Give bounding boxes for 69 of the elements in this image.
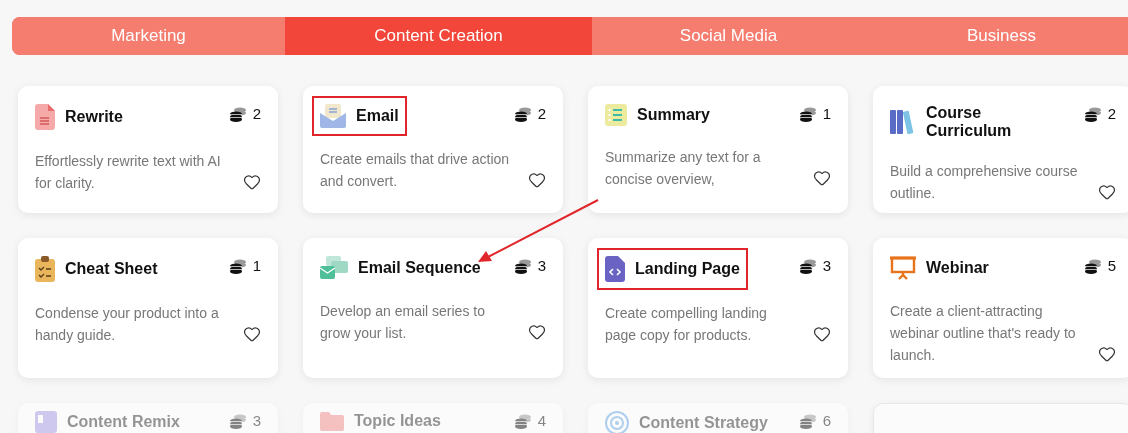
- credit-cost: 2: [537, 105, 546, 123]
- favorite-icon[interactable]: [243, 173, 261, 191]
- favorite-icon[interactable]: [528, 323, 546, 341]
- card-description: Effortlessly rewrite text with AI for clarity.: [35, 152, 222, 193]
- card-title: Content Remix: [67, 413, 180, 431]
- list-icon: [605, 104, 627, 126]
- card-description: Create emails that drive action and convert.: [320, 150, 510, 191]
- layout-icon: [35, 411, 57, 433]
- card-description: Condense your product into a handy guide.: [35, 304, 220, 345]
- card-title: Webinar: [926, 259, 989, 277]
- card-title: Email: [356, 107, 399, 125]
- tool-card[interactable]: Landing Page 3 Create compelling landing page copy for products.: [588, 238, 848, 378]
- tool-card[interactable]: Cheat Sheet 1 Condense your product into a handy guide.: [18, 238, 278, 378]
- favorite-icon[interactable]: [243, 325, 261, 343]
- coins-icon: [228, 106, 247, 122]
- folder-icon: [320, 411, 344, 431]
- envelope-icon: [320, 104, 346, 128]
- card-title: Landing Page: [635, 260, 740, 278]
- card-title: Content Strategy: [639, 414, 768, 432]
- favorite-icon[interactable]: [528, 171, 546, 189]
- tool-card[interactable]: Course Curriculum 2 Build a comprehensive course outline.: [873, 86, 1128, 213]
- code-file-icon: [605, 256, 625, 282]
- card-description: Develop an email series to grow your list.: [320, 302, 486, 343]
- card-title: Cheat Sheet: [65, 260, 158, 278]
- credit-cost: 2: [1107, 105, 1116, 123]
- card-title: Summary: [637, 106, 710, 124]
- coins-icon: [228, 258, 247, 274]
- coins-icon: [228, 413, 247, 429]
- coins-icon: [1083, 106, 1102, 122]
- coins-icon: [798, 106, 817, 122]
- document-icon: [35, 104, 55, 130]
- credit-cost: 5: [1107, 257, 1116, 275]
- category-tab[interactable]: Content Creation: [285, 17, 592, 55]
- tool-card[interactable]: Summary 1 Summarize any text for a concise overview,: [588, 86, 848, 213]
- favorite-icon[interactable]: [813, 169, 831, 187]
- card-description: Create a client-attracting webinar outline that's ready to launch.: [890, 302, 1077, 365]
- credit-cost: 2: [252, 105, 261, 123]
- card-title: Email Sequence: [358, 259, 481, 277]
- coins-icon: [798, 413, 817, 429]
- tool-card[interactable]: Email Sequence 3 Develop an email series to grow your list.: [303, 238, 563, 378]
- card-title: Course Curriculum: [926, 104, 1013, 140]
- card-description: Build a comprehensive course outline.: [890, 162, 1079, 203]
- coins-icon: [1083, 258, 1102, 274]
- books-icon: [890, 110, 916, 134]
- card-description: Create compelling landing page copy for products.: [605, 304, 768, 345]
- coins-icon: [798, 258, 817, 274]
- favorite-icon[interactable]: [1098, 183, 1116, 201]
- card-description: Summarize any text for a concise overview,: [605, 148, 762, 189]
- credit-cost: 3: [252, 412, 261, 430]
- credit-cost: 1: [252, 257, 261, 275]
- coins-icon: [513, 106, 532, 122]
- favorite-icon[interactable]: [1098, 345, 1116, 363]
- credit-cost: 6: [822, 412, 831, 430]
- card-title: Rewrite: [65, 108, 123, 126]
- envelopes-icon: [320, 256, 348, 280]
- tool-card[interactable]: Webinar 5 Create a client-attracting webinar outline that's ready to launch.: [873, 238, 1128, 378]
- coins-icon: [513, 413, 532, 429]
- credit-cost: 3: [537, 257, 546, 275]
- target-icon: [605, 411, 629, 433]
- clipboard-icon: [35, 256, 55, 282]
- tool-card[interactable]: Rewrite 2 Effortlessly rewrite text with AI for clarity.: [18, 86, 278, 213]
- credit-cost: 1: [822, 105, 831, 123]
- tool-card[interactable]: Email 2 Create emails that drive action and convert.: [303, 86, 563, 213]
- card-title: Topic Ideas: [354, 412, 441, 430]
- coins-icon: [513, 258, 532, 274]
- credit-cost: 4: [537, 412, 546, 430]
- presentation-icon: [890, 256, 916, 280]
- favorite-icon[interactable]: [813, 325, 831, 343]
- credit-cost: 3: [822, 257, 831, 275]
